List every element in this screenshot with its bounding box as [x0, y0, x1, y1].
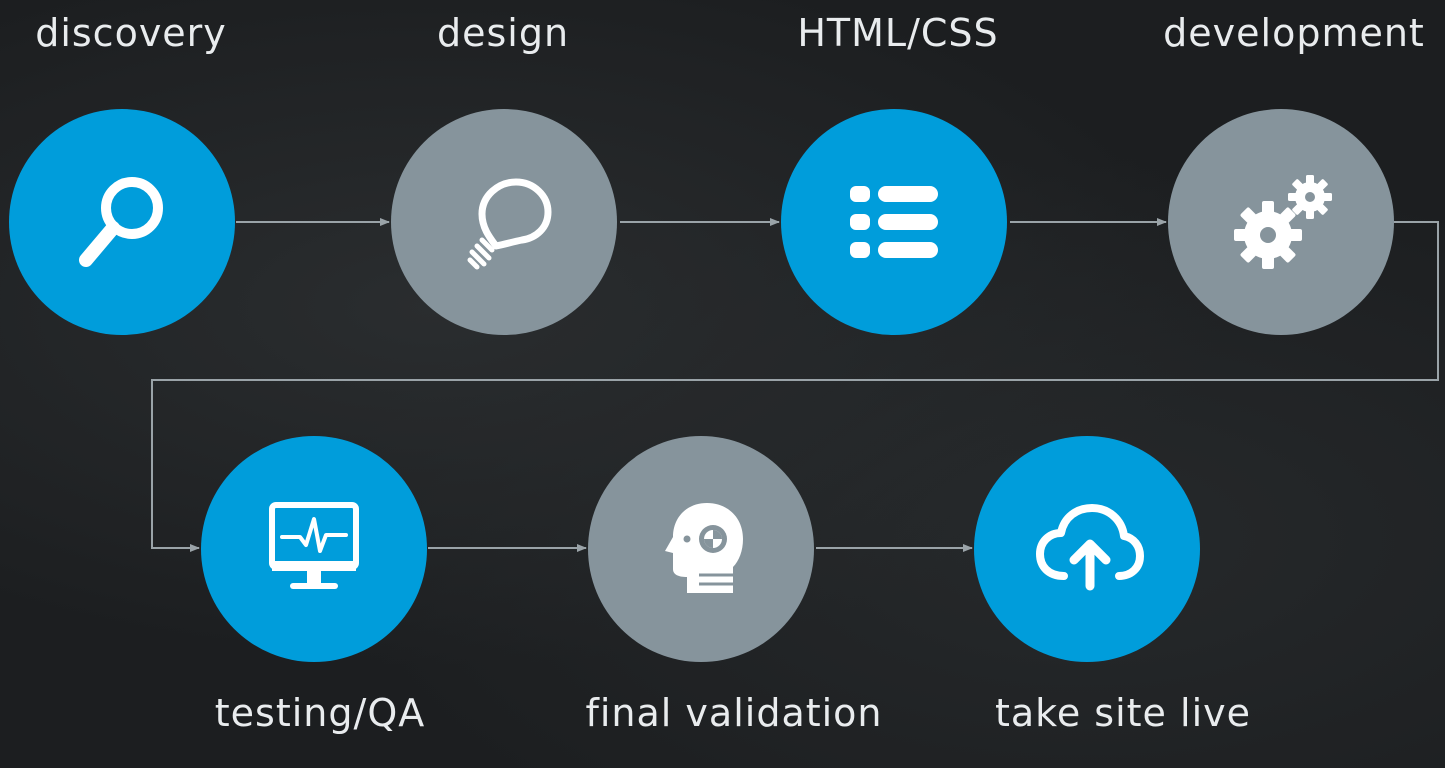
monitor-pulse-icon: [269, 502, 359, 589]
step-circle-development: [1168, 109, 1394, 335]
magnifier-icon: [79, 177, 163, 267]
step-circle-design: [391, 109, 617, 335]
step-label-discovery: discovery: [35, 11, 227, 55]
list-icon: [850, 186, 938, 258]
cloud-upload-icon: [1036, 504, 1144, 591]
step-circle-take-site-live: [974, 436, 1200, 662]
step-circle-discovery: [9, 109, 235, 335]
step-label-final-validation: final validation: [585, 691, 883, 735]
step-circle-final-validation: [588, 436, 814, 662]
process-diagram: discovery design HTML/CSS development te…: [0, 0, 1445, 768]
step-circle-html-css: [781, 109, 1007, 335]
gears-icon: [1234, 175, 1332, 269]
step-circle-testing-qa: [201, 436, 427, 662]
step-label-design: design: [436, 11, 570, 55]
step-label-take-site-live: take site live: [995, 691, 1251, 735]
step-label-testing-qa: testing/QA: [214, 691, 426, 735]
head-target-icon: [665, 503, 743, 593]
lightbulb-icon: [467, 178, 552, 270]
step-label-html-css: HTML/CSS: [797, 11, 999, 55]
step-label-development: development: [1163, 11, 1425, 55]
